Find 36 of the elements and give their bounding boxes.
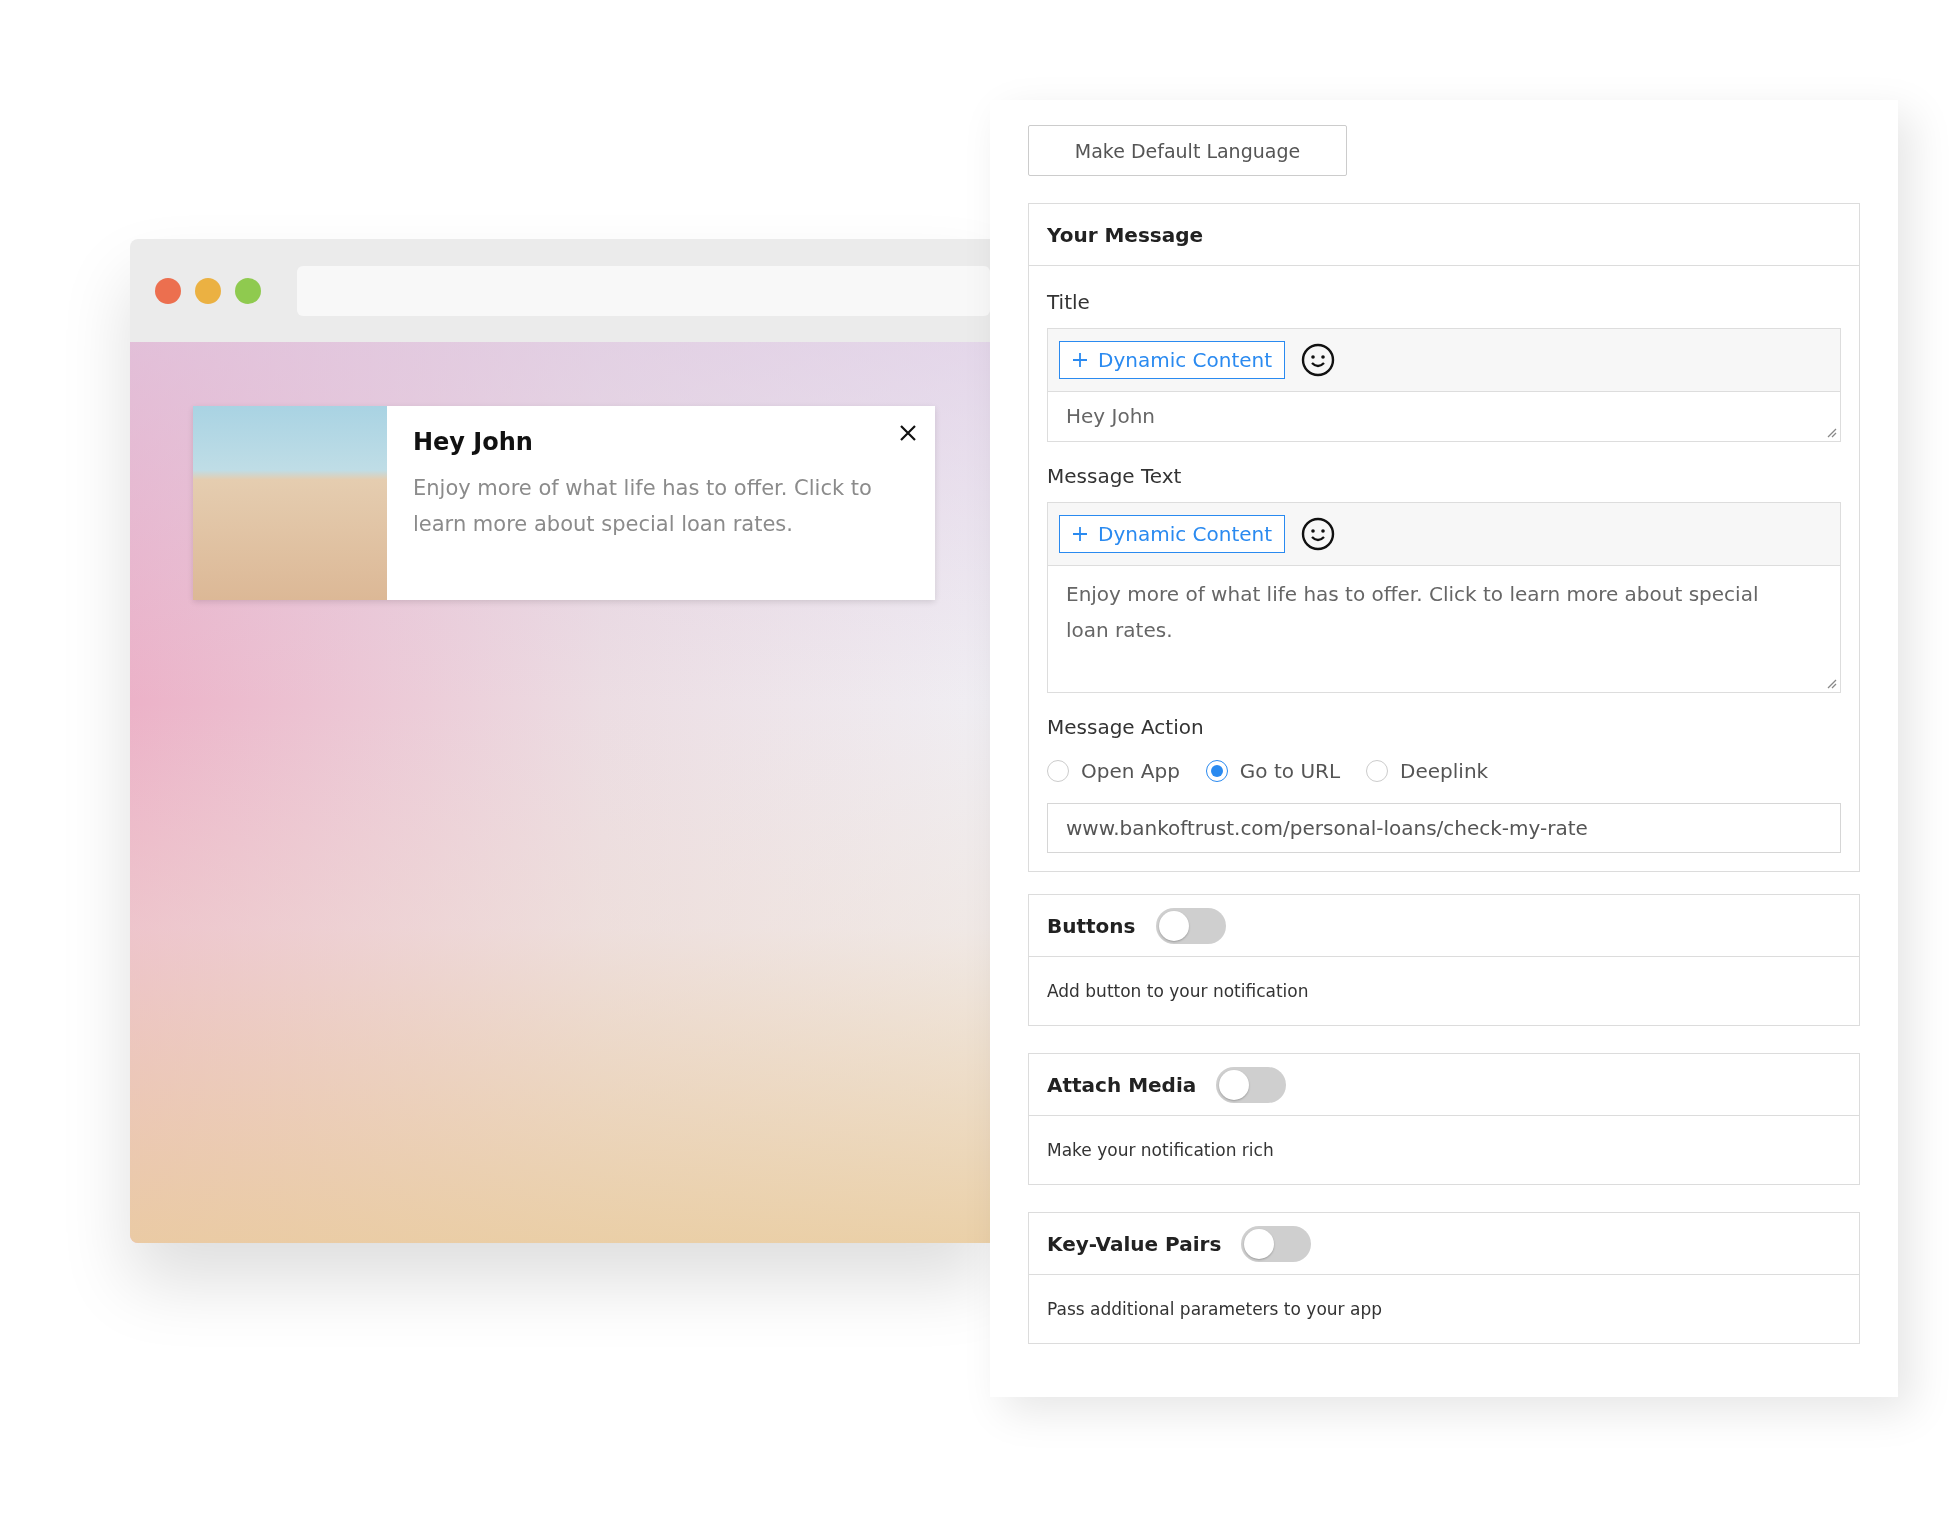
notification-title: Hey John — [413, 428, 534, 456]
url-input-field[interactable]: www.bankoftrust.com/personal-loans/check-my-rate — [1047, 803, 1841, 853]
resize-handle-icon[interactable] — [1825, 426, 1837, 438]
minimize-window-dot[interactable] — [195, 277, 221, 304]
message-text-area[interactable]: Enjoy more of what life has to offer. Click to learn more about special loan rates. — [1047, 566, 1841, 693]
card-heading: Key-Value Pairs — [1047, 1231, 1222, 1256]
make-default-language-button[interactable]: Make Default Language — [1028, 125, 1347, 176]
toggle-switch[interactable] — [1155, 907, 1226, 944]
radio-option[interactable]: Open App — [1047, 759, 1180, 783]
card-description: Add button to your notification — [1046, 980, 1310, 1003]
radio-option[interactable]: Deeplink — [1366, 759, 1489, 783]
maximize-window-dot[interactable] — [235, 277, 261, 304]
card-description: Pass additional parameters to your app — [1046, 1298, 1383, 1321]
title-input-field[interactable]: Hey John — [1047, 392, 1841, 442]
address-bar[interactable] — [297, 265, 990, 316]
card-heading: Buttons — [1047, 913, 1136, 938]
notification-card[interactable]: Hey John Enjoy more of what life has to offer. Click to learn more about special loan rates. — [193, 406, 935, 600]
toggle-switch[interactable] — [1241, 1225, 1312, 1262]
card-description: Make your notification rich — [1046, 1139, 1275, 1162]
field-label: Message Text — [1047, 464, 1183, 488]
field-label: Message Action — [1047, 715, 1205, 739]
resize-handle-icon[interactable] — [1825, 677, 1837, 689]
dynamic-content-button[interactable]: Dynamic Content — [1059, 515, 1286, 553]
emoji-icon[interactable] — [1301, 517, 1336, 551]
radio-option[interactable]: Go to URL — [1205, 759, 1341, 783]
notification-body: Enjoy more of what life has to offer. Click to learn more about special loan rates. — [413, 475, 873, 538]
plus-icon — [1072, 352, 1088, 368]
dynamic-content-button[interactable]: Dynamic Content — [1059, 341, 1286, 379]
card-heading: Attach Media — [1047, 1072, 1197, 1097]
toggle-switch[interactable] — [1216, 1066, 1287, 1103]
close-icon[interactable] — [899, 424, 917, 442]
emoji-icon[interactable] — [1301, 343, 1336, 377]
close-window-dot[interactable] — [155, 277, 181, 304]
card-heading: Your Message — [1047, 222, 1204, 247]
field-label: Title — [1047, 290, 1091, 314]
plus-icon — [1072, 526, 1088, 542]
